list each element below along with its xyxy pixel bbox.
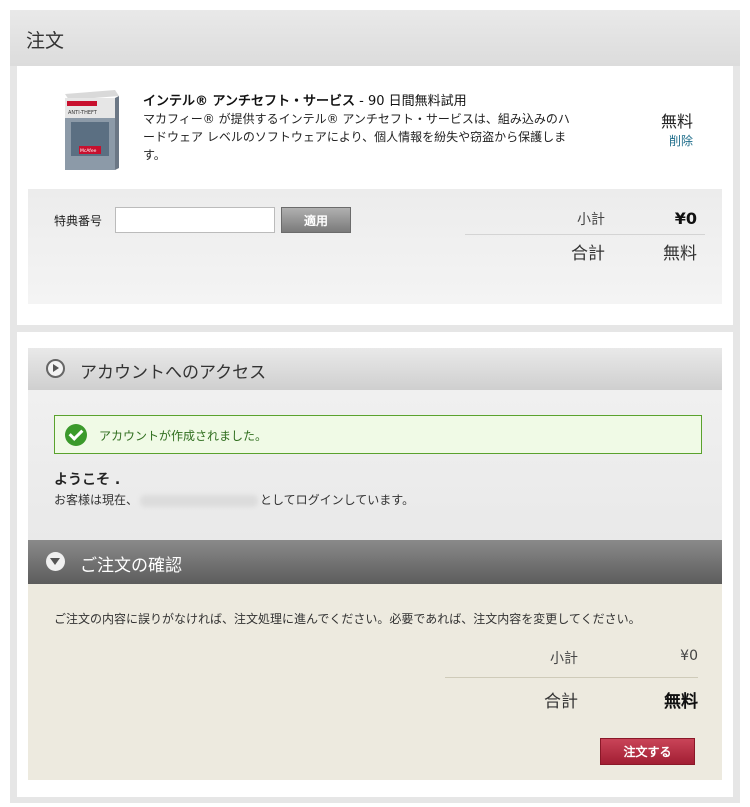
product-box-brand: McAfee — [80, 148, 97, 154]
product-name: インテル® アンチセフト・サービス — [143, 94, 356, 109]
order-header: 注文 — [10, 10, 740, 66]
order-confirm-header[interactable]: ご注文の確認 — [28, 540, 722, 584]
place-order-button[interactable]: 注文する — [600, 738, 695, 765]
login-suffix: としてログインしています。 — [260, 493, 415, 507]
account-access-body: アカウントが作成されました。 ようこそ . お客様は現在、 としてログインしていま… — [28, 390, 722, 540]
cart-total-label: 合計 — [571, 244, 605, 264]
account-access-header[interactable]: アカウントへのアクセス — [28, 348, 722, 390]
checkmark-icon — [65, 424, 87, 446]
cart-subtotal-value: ¥0 — [674, 209, 697, 228]
cart-panel: ANTI-THEFT McAfee インテル® アンチセフト・サービス - 90… — [17, 66, 733, 325]
success-message-box: アカウントが作成されました。 — [54, 415, 702, 454]
confirm-total-label: 合計 — [544, 692, 578, 712]
coupon-area: 特典番号 適用 小計 ¥0 合計 無料 — [28, 189, 722, 304]
login-prefix: お客様は現在、 — [54, 493, 139, 507]
order-confirm-title: ご注文の確認 — [80, 556, 182, 576]
coupon-input[interactable] — [115, 207, 275, 233]
confirm-total-value: 無料 — [664, 692, 698, 712]
product-price: 無料 — [660, 112, 693, 131]
success-message: アカウントが作成されました。 — [99, 429, 268, 443]
cart-summary-divider — [465, 234, 705, 235]
collapse-arrow-icon — [46, 552, 65, 571]
redacted-email — [140, 494, 259, 507]
remove-link[interactable]: 削除 — [669, 132, 693, 149]
confirm-subtotal-label: 小計 — [550, 651, 578, 667]
apply-button[interactable]: 適用 — [281, 207, 351, 233]
confirm-instruction: ご注文の内容に誤りがなければ、注文処理に進んでください。必要であれば、注文内容を… — [54, 612, 641, 626]
product-box-image: ANTI-THEFT McAfee — [65, 90, 119, 170]
confirm-summary-divider — [445, 677, 698, 678]
confirm-subtotal-value: ¥0 — [680, 648, 698, 664]
product-description: マカフィー® が提供するインテル® アンチセフト・サービスは、組み込みのハードウ… — [143, 112, 570, 162]
cart-total-value: 無料 — [663, 244, 697, 264]
order-title: 注文 — [26, 30, 65, 52]
checkout-panel: アカウントへのアクセス アカウントが作成されました。 ようこそ . お客様は現在… — [17, 332, 733, 797]
product-trial: - 90 日間無料試用 — [355, 94, 467, 109]
expand-arrow-icon — [46, 359, 65, 378]
order-confirm-body: ご注文の内容に誤りがなければ、注文処理に進んでください。必要であれば、注文内容を… — [28, 584, 722, 780]
product-name-line: インテル® アンチセフト・サービス - 90 日間無料試用 — [143, 90, 467, 109]
welcome-text: ようこそ . — [54, 472, 121, 488]
coupon-label: 特典番号 — [54, 214, 103, 228]
account-access-title: アカウントへのアクセス — [80, 363, 267, 383]
product-box-label: ANTI-THEFT — [68, 110, 98, 116]
cart-subtotal-label: 小計 — [577, 212, 605, 228]
order-page: 注文 ANTI-THEFT McAfee インテル® アンチセフト・サービス -… — [10, 10, 740, 803]
login-status: お客様は現在、 としてログインしています。 — [54, 491, 414, 508]
